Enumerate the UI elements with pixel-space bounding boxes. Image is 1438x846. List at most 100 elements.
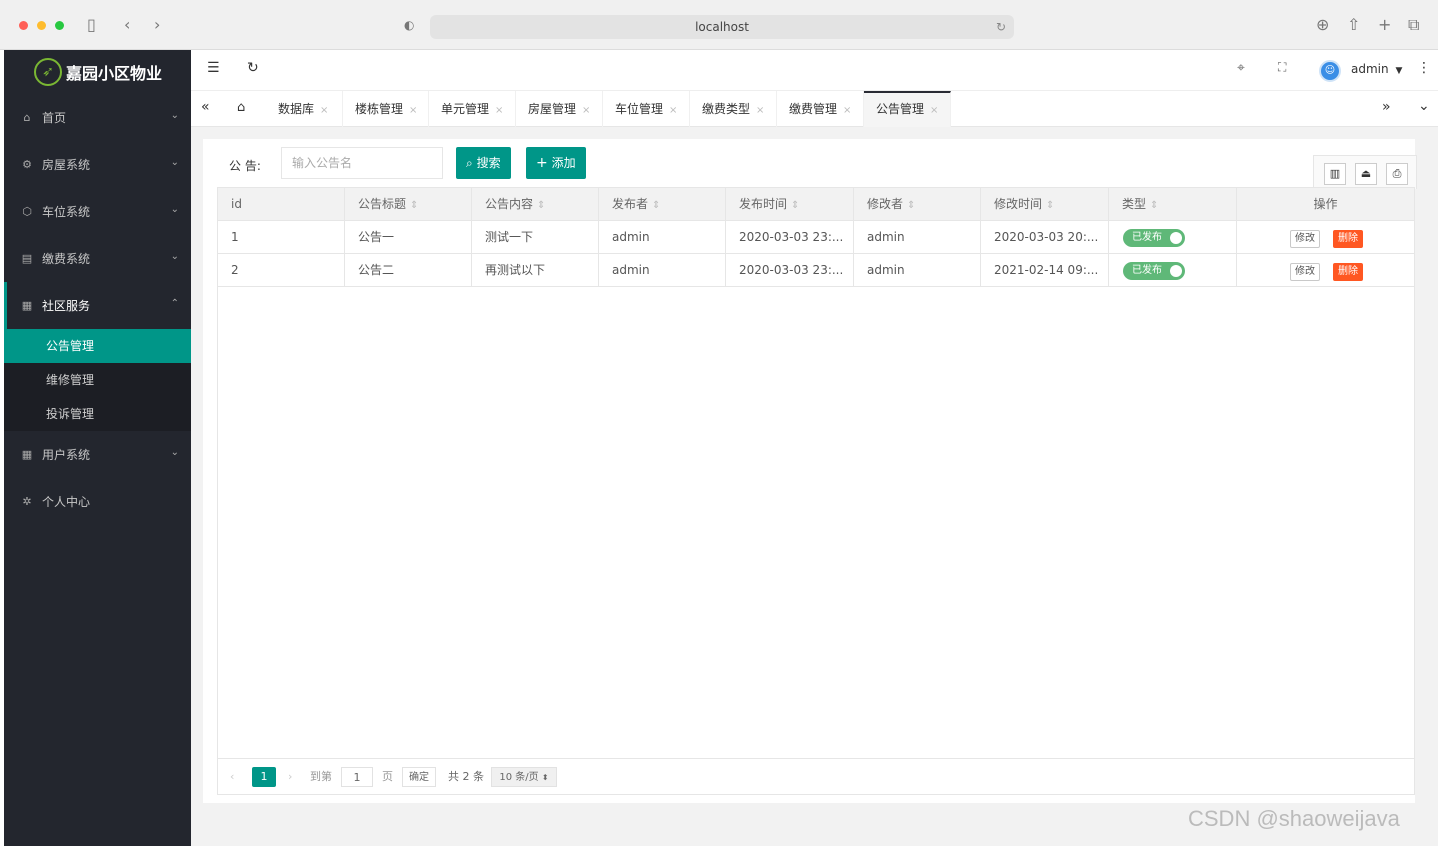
col-header-content[interactable]: 公告内容 ⇕ [472,188,599,221]
tab-parking[interactable]: 车位管理 × [603,91,690,127]
download-icon[interactable]: ⊕ [1316,14,1329,36]
prev-page-icon[interactable]: ‹ [230,767,234,787]
print-icon[interactable]: ⎙ [1386,163,1408,185]
sort-icon[interactable]: ⇕ [907,200,915,211]
close-icon[interactable]: × [756,105,764,116]
fullscreen-icon[interactable]: ⛶ [1278,60,1286,75]
tabs-menu-chevron-down-icon[interactable]: ⌄ [1418,98,1430,114]
tab-units[interactable]: 单元管理 × [429,91,516,127]
search-label: 公 告: [229,159,261,173]
sidebar-item-user[interactable]: ▦ 用户系统 ⌄ [4,431,191,478]
close-icon[interactable]: × [409,105,417,116]
close-icon[interactable]: × [320,105,328,116]
col-header-type[interactable]: 类型 ⇕ [1109,188,1237,221]
tab-fees[interactable]: 缴费管理 × [777,91,864,127]
add-button[interactable]: + 添加 [526,147,586,179]
tabs-scroll-right-icon[interactable]: » [1382,99,1391,115]
sort-icon[interactable]: ⇕ [537,200,545,211]
col-header-publish-time[interactable]: 发布时间 ⇕ [726,188,854,221]
next-page-icon[interactable]: › [288,767,292,787]
forward-icon[interactable]: › [154,14,160,36]
table-row[interactable]: 1 公告一 测试一下 admin 2020-03-03 23:... admin… [218,221,1414,254]
table-toolbar: ▥ ⏏ ⎙ [1313,155,1417,189]
sidebar-item-payment[interactable]: ▤ 缴费系统 ⌄ [4,235,191,282]
tab-overview-icon[interactable]: ⧉ [1408,14,1419,36]
col-header-modify-time[interactable]: 修改时间 ⇕ [981,188,1109,221]
sort-icon[interactable]: ⇕ [1046,200,1054,211]
reload-icon[interactable]: ↻ [996,15,1006,39]
sort-icon[interactable]: ⇕ [1150,200,1158,211]
col-header-id[interactable]: id [218,188,345,221]
tab-database[interactable]: 数据库 × [266,91,343,127]
page-number-current[interactable]: 1 [252,767,276,787]
maximize-window-button[interactable] [55,21,64,30]
edit-button[interactable]: 修改 [1290,263,1320,281]
search-button[interactable]: ⌕ 搜索 [456,147,511,179]
sort-icon[interactable]: ⇕ [652,200,660,211]
close-icon[interactable]: × [582,105,590,116]
cell-title: 公告二 [345,254,472,287]
close-window-button[interactable] [19,21,28,30]
app-logo[interactable]: ➶ 嘉园小区物业 [4,50,191,94]
col-header-publisher[interactable]: 发布者 ⇕ [599,188,726,221]
search-icon: ⌕ [466,156,473,170]
watermark: CSDN @shaoweijava [1188,806,1400,831]
col-header-modifier[interactable]: 修改者 ⇕ [854,188,981,221]
close-icon[interactable]: × [669,105,677,116]
cube-icon: ⬡ [22,205,32,218]
tab-fee-types[interactable]: 缴费类型 × [690,91,777,127]
tag-icon[interactable]: ⌖ [1237,60,1245,76]
notice-search-input[interactable] [281,147,443,179]
close-icon[interactable]: × [495,105,503,116]
submenu-item-notice[interactable]: 公告管理 [4,329,191,363]
goto-confirm-button[interactable]: 确定 [402,767,436,787]
col-header-actions: 操作 [1313,197,1338,211]
goto-page-input[interactable]: 1 [341,767,373,787]
sort-icon[interactable]: ⇕ [791,200,799,211]
sidebar-item-house[interactable]: ⚙ 房屋系统 ⌄ [4,141,191,188]
table-header: id 公告标题 ⇕ 公告内容 ⇕ 发布者 ⇕ 发布时间 ⇕ 修改者 ⇕ 修改时间 ⇕ 类型 ⇕… [218,188,1414,221]
cell-id: 1 [218,221,345,254]
tab-houses[interactable]: 房屋管理 × [516,91,603,127]
sort-icon[interactable]: ⇕ [410,200,418,211]
shield-icon[interactable]: ◐ [404,14,414,36]
notice-panel: 公 告: ⌕ 搜索 + 添加 ▥ ⏏ ⎙ id 公告标题⇕ 公告内容⇕ 发布者⇕… [203,139,1417,803]
sidebar-item-community[interactable]: ▦ 社区服务 ⌃ [4,282,191,329]
columns-filter-icon[interactable]: ▥ [1324,163,1346,185]
submenu-item-repair[interactable]: 维修管理 [4,363,191,397]
avatar[interactable]: ☺ [1319,60,1341,82]
sidebar-toggle-icon[interactable]: ▯ [87,14,96,36]
home-tab-icon[interactable]: ⌂ [237,100,245,115]
user-menu[interactable]: admin ▼ [1351,62,1402,76]
delete-button[interactable]: 删除 [1333,263,1363,281]
delete-button[interactable]: 删除 [1333,230,1363,248]
tab-buildings[interactable]: 楼栋管理 × [343,91,429,127]
col-header-title[interactable]: 公告标题 ⇕ [345,188,472,221]
new-tab-icon[interactable]: + [1378,14,1391,36]
table-row[interactable]: 2 公告二 再测试以下 admin 2020-03-03 23:... admi… [218,254,1414,287]
publish-status-toggle[interactable]: 已发布 [1123,229,1185,247]
minimize-window-button[interactable] [37,21,46,30]
back-icon[interactable]: ‹ [124,14,130,36]
address-bar[interactable]: localhost ↻ [430,15,1014,39]
menu-collapse-icon[interactable]: ☰ [207,60,220,76]
sidebar-item-home[interactable]: ⌂ 首页 ⌄ [4,94,191,141]
publish-status-toggle[interactable]: 已发布 [1123,262,1185,280]
sidebar-item-parking[interactable]: ⬡ 车位系统 ⌄ [4,188,191,235]
sidebar-item-profile[interactable]: ✲ 个人中心 [4,478,191,525]
tabs-scroll-left-icon[interactable]: « [201,99,210,115]
edit-button[interactable]: 修改 [1290,230,1320,248]
more-icon[interactable]: ⋮ [1417,60,1431,76]
rocket-icon: ➶ [34,58,62,86]
tab-notices[interactable]: 公告管理 × [864,91,951,127]
share-icon[interactable]: ⇧ [1347,14,1360,36]
export-icon[interactable]: ⏏ [1355,163,1377,185]
submenu-item-complaint[interactable]: 投诉管理 [4,397,191,431]
page-size-select[interactable]: 10 条/页 ⬍ [491,767,557,787]
cell-actions: 修改 删除 [1237,254,1414,287]
close-icon[interactable]: × [843,105,851,116]
close-icon[interactable]: × [930,105,938,116]
sidebar-item-label: 个人中心 [42,495,91,509]
refresh-icon[interactable]: ↻ [247,60,259,76]
select-arrows-icon: ⬍ [541,773,549,782]
